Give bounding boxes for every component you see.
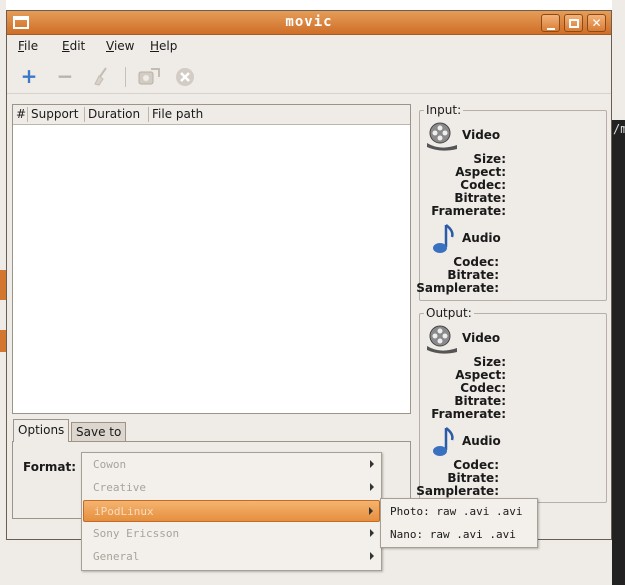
input-video-size-label: Size: — [473, 152, 506, 166]
tab-save-to[interactable]: Save to — [71, 422, 127, 442]
output-video-size-label: Size: — [473, 355, 506, 369]
tab-options[interactable]: Options — [13, 419, 70, 442]
menu-file[interactable]: File — [18, 39, 38, 53]
output-audio-samplerate-label: Samplerate: — [416, 484, 499, 498]
output-audio-codec-label: Codec: — [453, 458, 499, 472]
input-audio-title: Audio — [462, 231, 501, 245]
stop-button[interactable] — [173, 66, 197, 88]
music-note-icon — [433, 427, 454, 456]
maximize-button[interactable] — [564, 14, 583, 32]
clear-button[interactable] — [89, 66, 113, 88]
toolbar-separator — [125, 67, 126, 87]
broom-icon — [94, 67, 107, 86]
toolbar: + − — [7, 58, 611, 94]
file-list-header: # Support Duration File path — [13, 105, 410, 125]
close-button[interactable]: ✕ — [587, 14, 606, 32]
input-video-codec-label: Codec: — [460, 178, 506, 192]
film-reel-icon — [427, 122, 457, 151]
output-video-title: Video — [462, 331, 501, 345]
input-video-bitrate-label: Bitrate: — [454, 191, 506, 205]
menu-bar: File Edit View Help — [7, 36, 611, 56]
output-video-aspect-label: Aspect: — [455, 368, 506, 382]
close-icon: ✕ — [591, 16, 602, 30]
music-note-icon — [433, 224, 454, 253]
output-video-framerate-label: Framerate: — [431, 407, 506, 421]
output-video-codec-label: Codec: — [460, 381, 506, 395]
output-video-bitrate-label: Bitrate: — [454, 394, 506, 408]
title-bar[interactable]: movic ✕ — [7, 11, 611, 35]
minimize-icon — [546, 28, 555, 30]
maximize-icon — [568, 19, 579, 28]
ipodlinux-submenu: Photo: raw .avi .avi Nano: raw .avi .avi — [380, 498, 538, 548]
input-video-framerate-label: Framerate: — [431, 204, 506, 218]
input-audio-codec-label: Codec: — [453, 255, 499, 269]
input-video-aspect-label: Aspect: — [455, 165, 506, 179]
output-audio-bitrate-label: Bitrate: — [447, 471, 499, 485]
column-header-support[interactable]: Support — [31, 107, 78, 121]
menu-help[interactable]: Help — [150, 39, 177, 53]
column-divider — [27, 107, 28, 122]
column-header-duration[interactable]: Duration — [88, 107, 140, 121]
submenu-arrow-icon — [370, 460, 374, 468]
format-menu-item-general[interactable]: General — [83, 546, 380, 568]
format-menu-item-sony-ericsson[interactable]: Sony Ericsson — [83, 523, 380, 545]
format-label: Format: — [23, 460, 77, 474]
background-terminal — [612, 120, 625, 585]
remove-button[interactable]: − — [53, 66, 77, 88]
submenu-arrow-icon — [369, 507, 373, 515]
column-header-number[interactable]: # — [16, 107, 26, 121]
desktop-background-right — [612, 0, 625, 120]
film-reel-icon — [427, 325, 457, 354]
convert-button[interactable] — [137, 66, 161, 88]
submenu-arrow-icon — [370, 529, 374, 537]
minimize-button[interactable] — [541, 14, 560, 32]
background-terminal-text: /m — [613, 122, 625, 136]
add-button[interactable]: + — [17, 66, 41, 88]
output-frame-label: Output: — [424, 306, 474, 320]
column-divider — [84, 107, 85, 122]
convert-icon — [138, 68, 160, 85]
format-menu-item-ipodlinux[interactable]: iPodLinux — [83, 500, 380, 522]
submenu-item-photo[interactable]: Photo: raw .avi .avi — [390, 505, 522, 518]
submenu-arrow-icon — [370, 552, 374, 560]
window-title: movic — [285, 14, 333, 30]
output-frame: Output: Video Size: Aspect: Codec: Bitra… — [416, 306, 607, 503]
input-frame: Input: Video Size: Aspect: Codec: Bitrat… — [416, 103, 607, 301]
input-audio-samplerate-label: Samplerate: — [416, 281, 499, 295]
format-menu: Cowon Creative iPodLinux Sony Ericsson G… — [81, 452, 382, 571]
minus-icon: − — [56, 64, 74, 88]
submenu-arrow-icon — [370, 483, 374, 491]
format-menu-item-cowon[interactable]: Cowon — [83, 454, 380, 476]
output-audio-title: Audio — [462, 434, 501, 448]
input-frame-label: Input: — [424, 103, 464, 117]
column-header-file-path[interactable]: File path — [152, 107, 203, 121]
plus-icon: + — [20, 64, 38, 88]
submenu-item-nano[interactable]: Nano: raw .avi .avi — [390, 528, 516, 541]
input-audio-bitrate-label: Bitrate: — [447, 268, 499, 282]
column-divider — [148, 107, 149, 122]
menu-view[interactable]: View — [106, 39, 134, 53]
input-video-title: Video — [462, 128, 501, 142]
format-menu-item-creative[interactable]: Creative — [83, 477, 380, 499]
menu-edit[interactable]: Edit — [62, 39, 85, 53]
file-list[interactable]: # Support Duration File path — [12, 104, 411, 414]
stop-icon — [176, 68, 194, 86]
